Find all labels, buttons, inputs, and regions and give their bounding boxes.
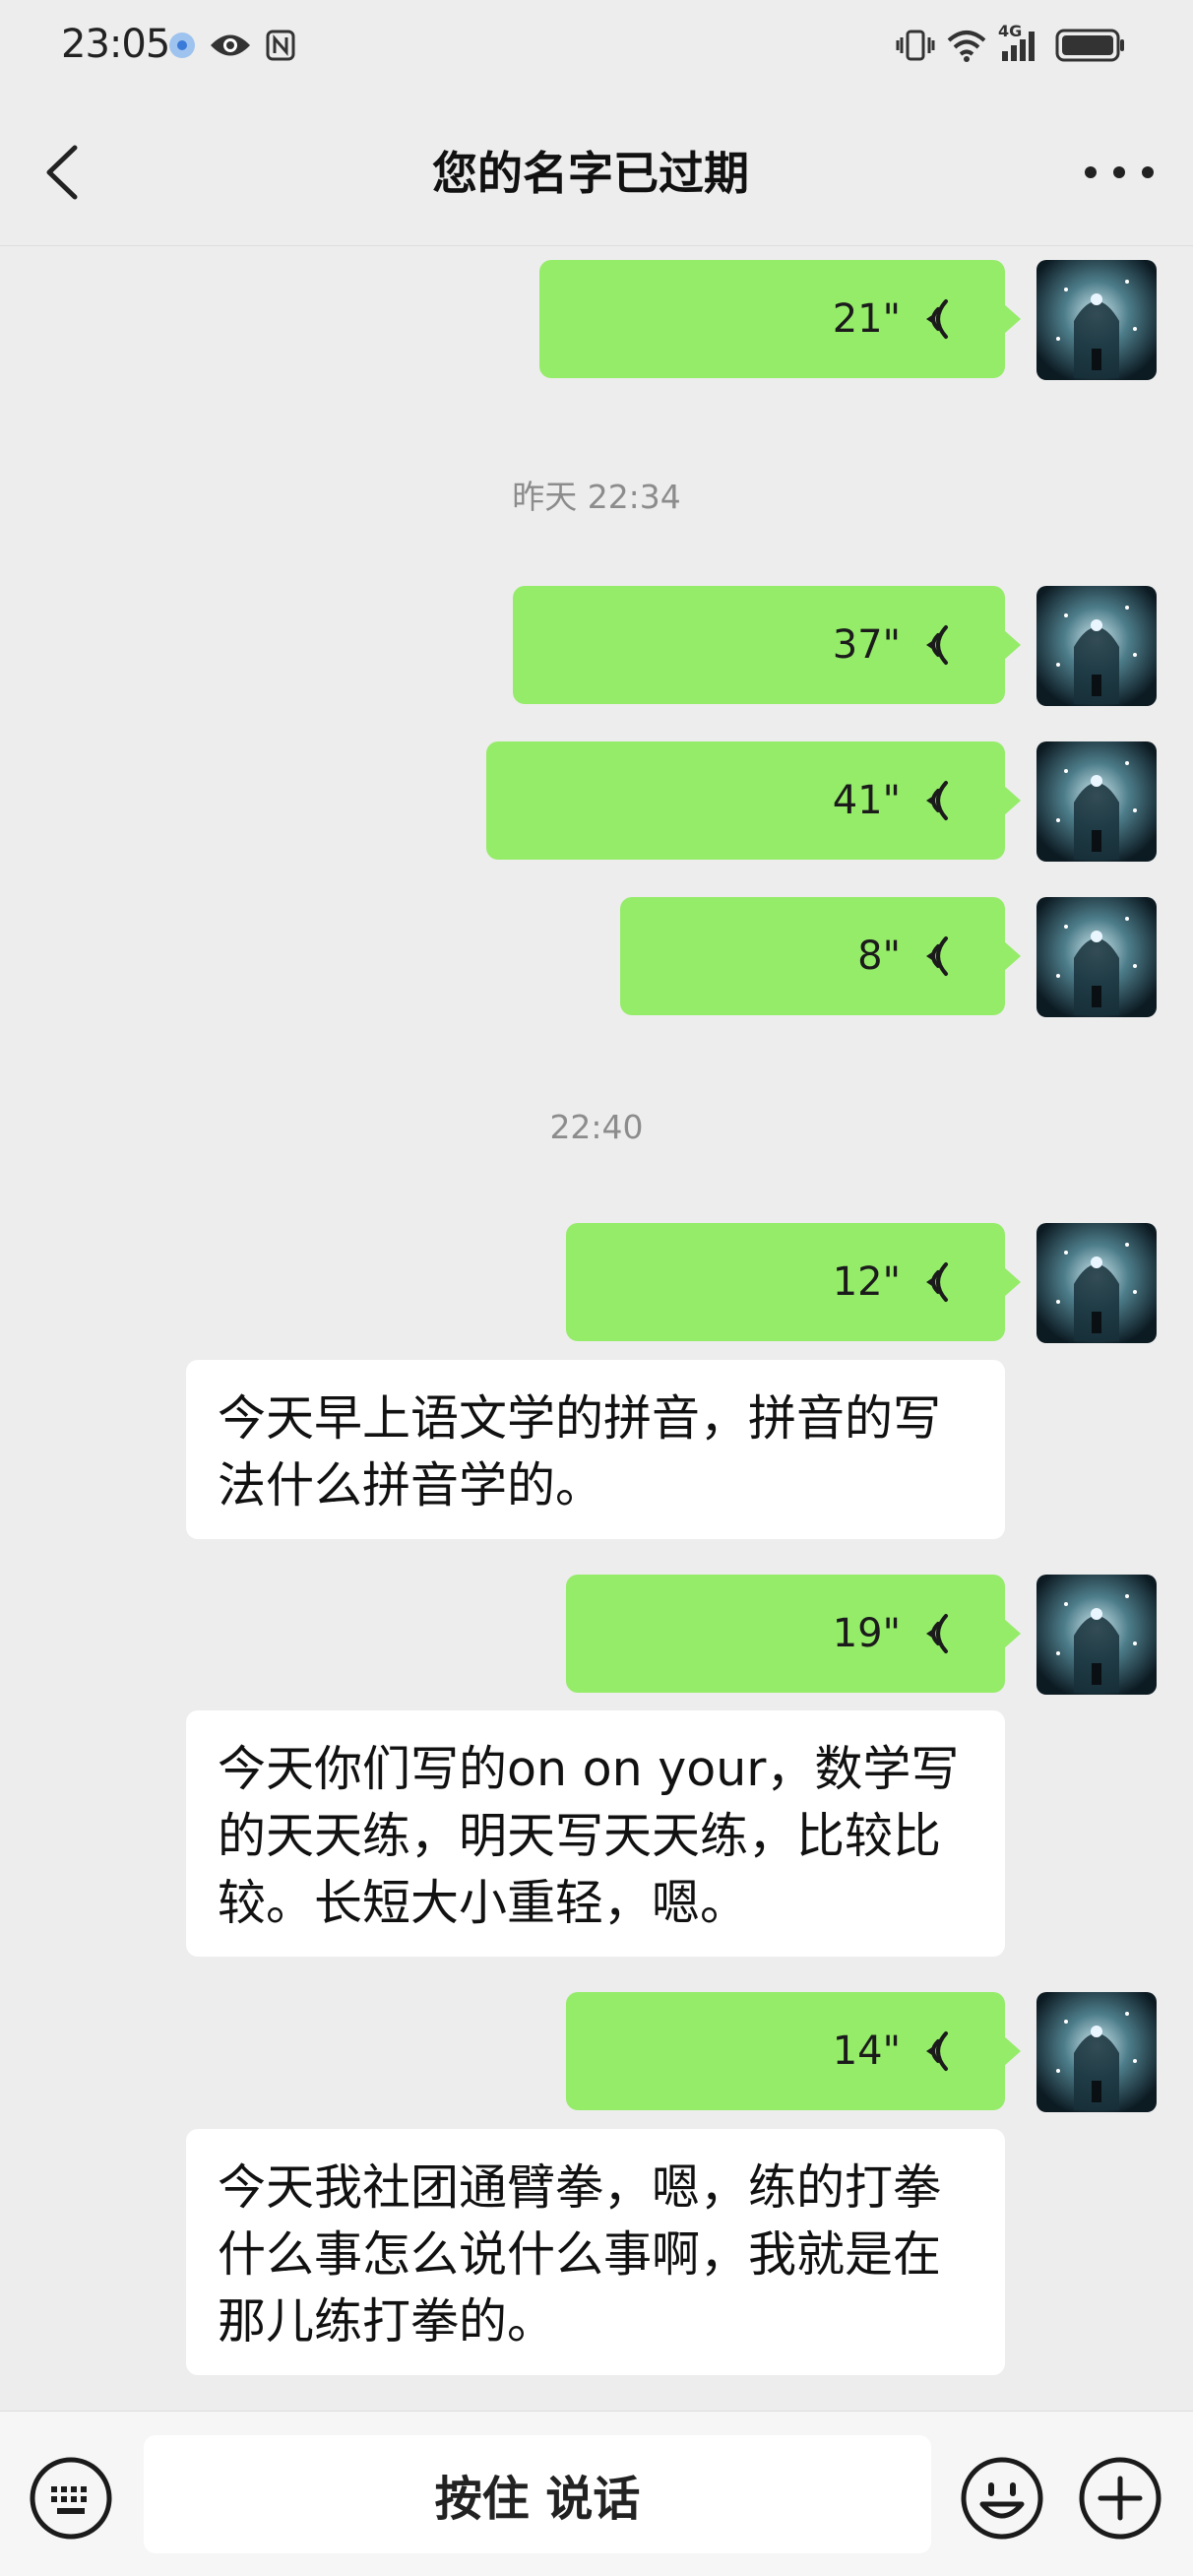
avatar[interactable]: [1036, 897, 1157, 1017]
voice-wave-icon: [926, 1614, 948, 1653]
emoji-icon[interactable]: [959, 2455, 1045, 2542]
avatar[interactable]: [1036, 741, 1157, 862]
battery-icon: [1055, 29, 1124, 62]
transcript-line: 今天我社团通臂拳，嗯，练的打拳: [218, 2159, 942, 2216]
timestamp: 22:40: [549, 1108, 644, 1146]
voice-wave-icon: [926, 625, 948, 665]
chat-header: 您的名字已过期: [0, 98, 1193, 246]
voice-wave-icon: [926, 936, 948, 976]
timestamp: 昨天 22:34: [512, 478, 681, 516]
voice-wave-icon: [926, 299, 948, 339]
transcript-line: 今天早上语文学的拼音，拼音的写: [218, 1390, 942, 1447]
more-dots-icon[interactable]: [1085, 148, 1154, 197]
chat-input-bar: 按住 说话: [0, 2411, 1193, 2576]
status-left-icons: [169, 30, 295, 61]
voice-message-bubble[interactable]: 12": [566, 1223, 1021, 1341]
voice-transcript[interactable]: 今天早上语文学的拼音，拼音的写 法什么拼音学的。: [186, 1360, 1005, 1539]
avatar[interactable]: [1036, 1992, 1157, 2112]
status-time: 23:05: [61, 22, 170, 67]
voice-duration: 12": [832, 1259, 901, 1305]
transcript-line: 今天你们写的on on your，数学写: [218, 1741, 960, 1797]
wifi-icon: [947, 31, 986, 62]
eye-icon: [211, 34, 250, 56]
avatar[interactable]: [1036, 1575, 1157, 1695]
transcript-line: 那儿练打拳的。: [218, 2293, 556, 2350]
keyboard-icon[interactable]: [28, 2455, 114, 2542]
chat-screen: 23:05 4G 您的名字已过期 21" 昨天 22:34 37" 41" 8"…: [0, 0, 1193, 2576]
voice-message-bubble[interactable]: 19": [566, 1575, 1021, 1693]
avatar[interactable]: [1036, 260, 1157, 380]
voice-wave-icon: [926, 2031, 948, 2071]
avatar[interactable]: [1036, 1223, 1157, 1343]
voice-message-bubble[interactable]: 41": [486, 741, 1021, 860]
transcript-line: 法什么拼音学的。: [218, 1457, 604, 1513]
location-dot-icon: [169, 32, 195, 58]
vibrate-icon: [896, 30, 935, 61]
transcript-line: 的天天练，明天写天天练，比较比: [218, 1808, 942, 1864]
nfc-icon: [266, 30, 295, 61]
voice-duration: 8": [857, 934, 901, 979]
voice-duration: 14": [832, 2029, 901, 2074]
voice-duration: 21": [832, 296, 901, 342]
avatar[interactable]: [1036, 586, 1157, 706]
plus-icon[interactable]: [1077, 2455, 1163, 2542]
voice-transcript[interactable]: 今天你们写的on on your，数学写 的天天练，明天写天天练，比较比 较。长…: [186, 1710, 1005, 1957]
status-bar: 23:05 4G: [0, 0, 1193, 98]
chat-title: 您的名字已过期: [432, 147, 749, 200]
signal-4g-icon: 4G: [998, 22, 1043, 63]
voice-wave-icon: [926, 781, 948, 820]
voice-duration: 19": [832, 1611, 901, 1656]
voice-message-bubble[interactable]: 14": [566, 1992, 1021, 2110]
voice-message-bubble[interactable]: 21": [539, 260, 1021, 378]
voice-message-bubble[interactable]: 8": [620, 897, 1021, 1015]
voice-duration: 37": [832, 622, 901, 668]
transcript-line: 什么事怎么说什么事啊，我就是在: [218, 2226, 942, 2283]
hold-to-talk-button[interactable]: 按住 说话: [144, 2435, 931, 2553]
voice-duration: 41": [832, 778, 901, 823]
voice-transcript[interactable]: 今天我社团通臂拳，嗯，练的打拳 什么事怎么说什么事啊，我就是在 那儿练打拳的。: [186, 2129, 1005, 2375]
status-right-icons: 4G: [896, 22, 1126, 63]
voice-wave-icon: [926, 1262, 948, 1302]
transcript-line: 较。长短大小重轻，嗯。: [218, 1875, 749, 1931]
voice-message-bubble[interactable]: 37": [513, 586, 1021, 704]
chevron-left-icon[interactable]: [35, 140, 94, 205]
